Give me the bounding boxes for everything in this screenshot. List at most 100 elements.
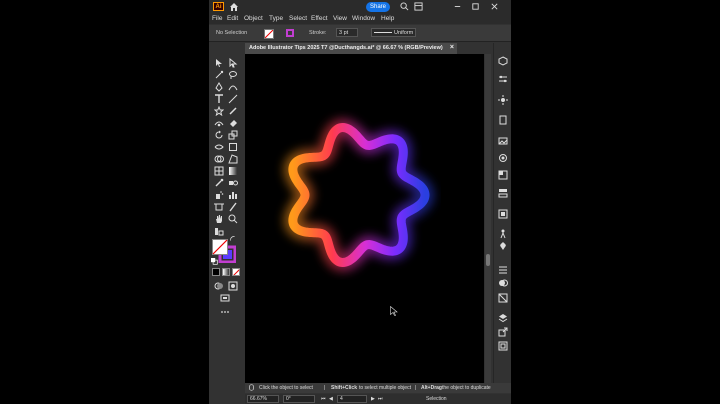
paintbrush-tool-icon[interactable] xyxy=(228,106,238,116)
current-tool-label[interactable]: Selection xyxy=(426,396,447,402)
zoom-tool-icon[interactable] xyxy=(228,214,238,224)
draw-mode-icon[interactable] xyxy=(214,281,224,291)
draw-inside-icon[interactable] xyxy=(228,281,238,291)
export-icon[interactable] xyxy=(498,327,508,337)
fill-swatch[interactable] xyxy=(264,29,274,39)
line-tool-icon[interactable] xyxy=(228,94,238,104)
artboard-tool-icon[interactable] xyxy=(214,202,224,212)
share-button[interactable]: Share xyxy=(366,2,390,12)
layers-icon[interactable] xyxy=(498,313,508,323)
swap-fill-stroke-icon[interactable] xyxy=(229,235,236,242)
magic-wand-tool-icon[interactable] xyxy=(214,70,224,80)
lasso-tool-icon[interactable] xyxy=(228,70,238,80)
home-icon[interactable] xyxy=(229,2,239,12)
star-tool-icon[interactable] xyxy=(214,106,224,116)
app-logo: Ai xyxy=(213,2,224,11)
scale-tool-icon[interactable] xyxy=(228,130,238,140)
hint-alt-drag: the object to duplicate xyxy=(442,385,491,391)
default-fill-stroke-icon[interactable] xyxy=(211,258,218,265)
libraries-icon[interactable] xyxy=(498,153,508,163)
symbols-icon[interactable] xyxy=(498,241,508,251)
menu-effect[interactable]: Effect xyxy=(311,15,328,22)
artboard-canvas[interactable] xyxy=(245,54,484,383)
blend-tool-icon[interactable] xyxy=(228,178,238,188)
menu-select[interactable]: Select xyxy=(289,15,307,22)
stroke-weight-field[interactable]: 3 pt xyxy=(336,28,358,37)
menu-object[interactable]: Object xyxy=(244,15,263,22)
hint-separator-2: | xyxy=(415,385,417,391)
eyedropper-tool-icon[interactable] xyxy=(214,178,224,188)
shape-builder-tool-icon[interactable] xyxy=(214,154,224,164)
title-bar: Ai Share xyxy=(209,0,511,13)
width-tool-icon[interactable] xyxy=(214,142,224,152)
column-graph-tool-icon[interactable] xyxy=(228,190,238,200)
variable-width-profile[interactable]: Uniform xyxy=(371,28,416,37)
puppet-warp-icon[interactable] xyxy=(498,229,508,239)
document-tab[interactable]: Adobe Illustrator Tips 2025 T7 @Ducthang… xyxy=(245,43,457,54)
swatches-icon[interactable] xyxy=(498,170,508,180)
transform-icon[interactable] xyxy=(498,293,508,303)
curvature-tool-icon[interactable] xyxy=(228,82,238,92)
menu-file[interactable]: File xyxy=(212,15,222,22)
properties-icon[interactable] xyxy=(498,56,508,66)
last-artboard-icon[interactable]: ⏭ xyxy=(378,396,383,402)
gradient-button[interactable] xyxy=(222,268,230,276)
symbol-sprayer-tool-icon[interactable] xyxy=(214,190,224,200)
gradient-wavy-ring[interactable] xyxy=(271,110,441,280)
zoom-field[interactable]: 66.67% xyxy=(247,395,279,403)
hint-click: Click the object to select xyxy=(259,385,313,391)
mouse-pointer-icon xyxy=(390,306,398,316)
layout-icon[interactable] xyxy=(414,2,423,11)
more-tools-icon[interactable] xyxy=(220,307,230,317)
stroke-swatch[interactable] xyxy=(286,29,294,37)
next-artboard-icon[interactable]: ▶ xyxy=(371,396,375,402)
first-artboard-icon[interactable]: ⏮ xyxy=(321,396,326,402)
close-icon[interactable] xyxy=(490,2,499,11)
screen-mode-icon[interactable] xyxy=(220,293,230,303)
type-tool-icon[interactable] xyxy=(214,94,224,104)
color-button[interactable] xyxy=(212,268,220,276)
gradient-tool-icon[interactable] xyxy=(228,166,238,176)
perspective-grid-tool-icon[interactable] xyxy=(228,154,238,164)
rotation-field[interactable]: 0° xyxy=(283,395,315,403)
pen-tool-icon[interactable] xyxy=(214,82,224,92)
minimize-icon[interactable] xyxy=(453,2,462,11)
artboard-number-field[interactable]: 4 xyxy=(337,395,367,403)
menu-type[interactable]: Type xyxy=(269,15,283,22)
menu-edit[interactable]: Edit xyxy=(227,15,238,22)
menu-window[interactable]: Window xyxy=(352,15,375,22)
stroke-panel-icon[interactable] xyxy=(498,209,508,219)
document-icon[interactable] xyxy=(498,115,508,125)
menu-view[interactable]: View xyxy=(333,15,347,22)
layers-adjust-icon[interactable] xyxy=(498,74,508,84)
brushes-icon[interactable] xyxy=(498,188,508,198)
prev-artboard-icon[interactable]: ◀ xyxy=(329,396,333,402)
hand-tool-icon[interactable] xyxy=(214,214,224,224)
illustrator-window: Ai Share File Edit Object Type Select Ef… xyxy=(209,0,511,404)
align-icon[interactable] xyxy=(498,265,508,275)
selection-tool-icon[interactable] xyxy=(214,58,224,68)
direct-selection-tool-icon[interactable] xyxy=(228,58,238,68)
vertical-scrollbar[interactable] xyxy=(485,54,491,383)
scroll-thumb[interactable] xyxy=(486,254,490,266)
artboards-icon[interactable] xyxy=(498,341,508,351)
image-icon[interactable] xyxy=(498,136,508,146)
menu-help[interactable]: Help xyxy=(381,15,394,22)
rotate-tool-icon[interactable] xyxy=(214,130,224,140)
stroke-label: Stroke: xyxy=(309,30,327,36)
sun-icon[interactable] xyxy=(498,95,508,105)
eraser-tool-icon[interactable] xyxy=(228,118,238,128)
hint-shift-click-key: Shift+Click xyxy=(331,385,357,391)
control-bar: No Selection Stroke: 3 pt Uniform xyxy=(209,25,511,42)
close-tab-icon[interactable]: × xyxy=(450,44,454,51)
maximize-icon[interactable] xyxy=(471,2,480,11)
slice-tool-icon[interactable] xyxy=(228,202,238,212)
shaper-tool-icon[interactable] xyxy=(214,118,224,128)
pathfinder-icon[interactable] xyxy=(498,278,508,288)
status-hint-bar: Click the object to select | Shift+Click… xyxy=(245,383,511,393)
none-button[interactable] xyxy=(232,268,240,276)
search-icon[interactable] xyxy=(400,2,409,11)
free-transform-tool-icon[interactable] xyxy=(228,142,238,152)
edit-toolbar-icon[interactable] xyxy=(214,226,224,236)
mesh-tool-icon[interactable] xyxy=(214,166,224,176)
